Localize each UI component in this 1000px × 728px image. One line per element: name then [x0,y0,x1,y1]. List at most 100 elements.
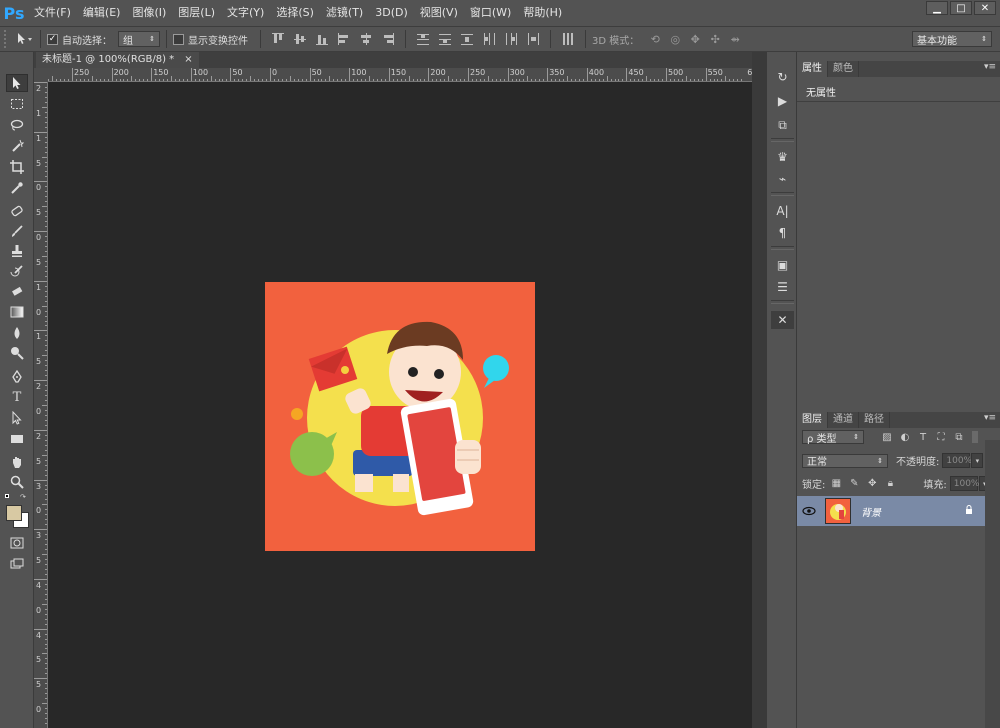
panel-menu-icon[interactable]: ▾≡ [984,413,996,423]
distribute-vcenter-icon[interactable] [437,31,453,47]
canvas-area[interactable] [48,82,752,728]
brush-panel-icon[interactable]: ⌁ [771,170,794,188]
pen-tool-icon[interactable] [6,368,28,386]
lock-all-icon[interactable]: 🔒︎ [883,478,897,490]
distribute-hcenter-icon[interactable] [503,31,519,47]
menu-3d[interactable]: 3D(D) [369,0,414,26]
workspace-dropdown[interactable]: 基本功能 ⇕ [912,31,992,47]
menu-help[interactable]: 帮助(H) [517,0,568,26]
notes-panel-icon[interactable]: ☰ [771,278,794,296]
menu-filter[interactable]: 滤镜(T) [320,0,369,26]
auto-select-dropdown[interactable]: 组 ⇕ [118,31,160,47]
menu-image[interactable]: 图像(I) [126,0,172,26]
close-button[interactable]: ✕ [974,1,996,15]
filter-type-icon[interactable]: T [916,431,930,443]
move-tool-preset-icon[interactable] [14,30,34,48]
filter-toggle-icon[interactable] [972,431,978,443]
3d-roll-icon[interactable]: ◎ [665,30,685,48]
auto-select-checkbox[interactable]: ✓ [47,33,58,45]
dodge-tool-icon[interactable] [6,344,28,362]
lock-pixels-icon[interactable]: ✎ [847,478,861,490]
eyedropper-tool-icon[interactable] [6,179,28,197]
layer-row-background[interactable]: 背景 [797,496,985,526]
document-artwork[interactable] [265,282,535,551]
hand-tool-icon[interactable] [6,453,28,471]
align-vcenter-icon[interactable] [292,31,308,47]
3d-slide-icon[interactable]: ✣ [705,30,725,48]
swap-colors-icon[interactable]: ↷ [20,493,28,501]
tab-paths[interactable]: 路径 [859,412,890,428]
align-bottom-icon[interactable] [314,31,330,47]
distribute-top-icon[interactable] [415,31,431,47]
magic-wand-tool-icon[interactable] [6,137,28,155]
auto-align-layers-icon[interactable] [560,31,576,47]
tab-properties[interactable]: 属性 [797,61,828,77]
crop-tool-icon[interactable] [6,158,28,176]
menu-edit[interactable]: 编辑(E) [77,0,127,26]
marquee-tool-icon[interactable] [6,95,28,113]
menu-select[interactable]: 选择(S) [270,0,320,26]
filter-smart-object-icon[interactable]: ⧉ [952,431,966,443]
foreground-color-swatch[interactable] [6,505,22,521]
brush-tool-icon[interactable] [6,222,28,240]
history-brush-tool-icon[interactable] [6,262,28,280]
align-top-icon[interactable] [270,31,286,47]
brush-presets-panel-icon[interactable]: ♛ [771,148,794,166]
filter-shape-icon[interactable]: ⛶ [934,431,948,443]
minimize-button[interactable]: ▁ [926,1,948,15]
document-tab[interactable]: 未标题-1 @ 100%(RGB/8) * × [36,52,199,68]
filter-pixel-icon[interactable]: ▨ [880,431,894,443]
tab-channels[interactable]: 通道 [828,412,859,428]
align-left-icon[interactable] [336,31,352,47]
character-panel-icon[interactable]: A| [771,202,794,220]
document-tab-close-icon[interactable]: × [184,52,192,68]
eraser-tool-icon[interactable] [6,283,28,301]
tab-color[interactable]: 颜色 [828,61,859,77]
history-panel-icon[interactable]: ↻ [771,68,794,86]
align-right-icon[interactable] [380,31,396,47]
tab-layers[interactable]: 图层 [797,412,828,428]
default-colors-icon[interactable] [5,494,11,500]
clone-stamp-tool-icon[interactable] [6,242,28,260]
menu-file[interactable]: 文件(F) [28,0,77,26]
options-grip[interactable] [4,30,10,48]
quick-mask-icon[interactable] [6,534,28,552]
layers-scrollbar[interactable] [985,440,1000,728]
zoom-tool-icon[interactable] [6,473,28,491]
blend-mode-dropdown[interactable]: 正常 ⇕ [802,453,888,468]
layer-filter-dropdown[interactable]: ρ 类型 ⇕ [802,430,864,445]
rectangle-tool-icon[interactable] [6,430,28,448]
lasso-tool-icon[interactable] [6,116,28,134]
screen-mode-icon[interactable] [6,555,28,573]
opacity-arrow-icon[interactable]: ▾ [971,453,984,468]
adjustments-panel-icon[interactable]: ⧉ [771,116,794,134]
3d-pan-icon[interactable]: ✥ [685,30,705,48]
distribute-bottom-icon[interactable] [459,31,475,47]
show-transform-checkbox[interactable] [173,33,184,45]
3d-orbit-icon[interactable]: ⟲ [645,30,665,48]
menu-view[interactable]: 视图(V) [414,0,464,26]
actions-panel-icon[interactable]: ▶ [771,92,794,110]
ruler-origin[interactable] [34,68,48,82]
opacity-input[interactable]: 100% [942,453,972,468]
3d-scale-icon[interactable]: ⇴ [725,30,745,48]
paragraph-panel-icon[interactable]: ¶ [771,224,794,242]
panel-menu-icon[interactable]: ▾≡ [984,62,996,72]
menu-layer[interactable]: 图层(L) [172,0,221,26]
fill-input[interactable]: 100% [949,476,979,491]
canvas-vertical-scrollbar[interactable] [752,52,766,728]
path-selection-tool-icon[interactable] [6,409,28,427]
lock-position-icon[interactable]: ✥ [865,478,879,490]
layer-comps-panel-icon[interactable]: ▣ [771,256,794,274]
lock-transparent-icon[interactable]: ▦ [829,478,843,490]
tool-presets-panel-icon[interactable]: ✕ [771,311,794,329]
maximize-button[interactable]: □ [950,1,972,15]
visibility-eye-icon[interactable] [797,496,821,526]
distribute-right-icon[interactable] [525,31,541,47]
gradient-tool-icon[interactable] [6,303,28,321]
move-tool-icon[interactable] [6,74,28,92]
menu-window[interactable]: 窗口(W) [464,0,517,26]
healing-brush-tool-icon[interactable] [6,202,28,220]
menu-type[interactable]: 文字(Y) [221,0,270,26]
distribute-left-icon[interactable] [481,31,497,47]
